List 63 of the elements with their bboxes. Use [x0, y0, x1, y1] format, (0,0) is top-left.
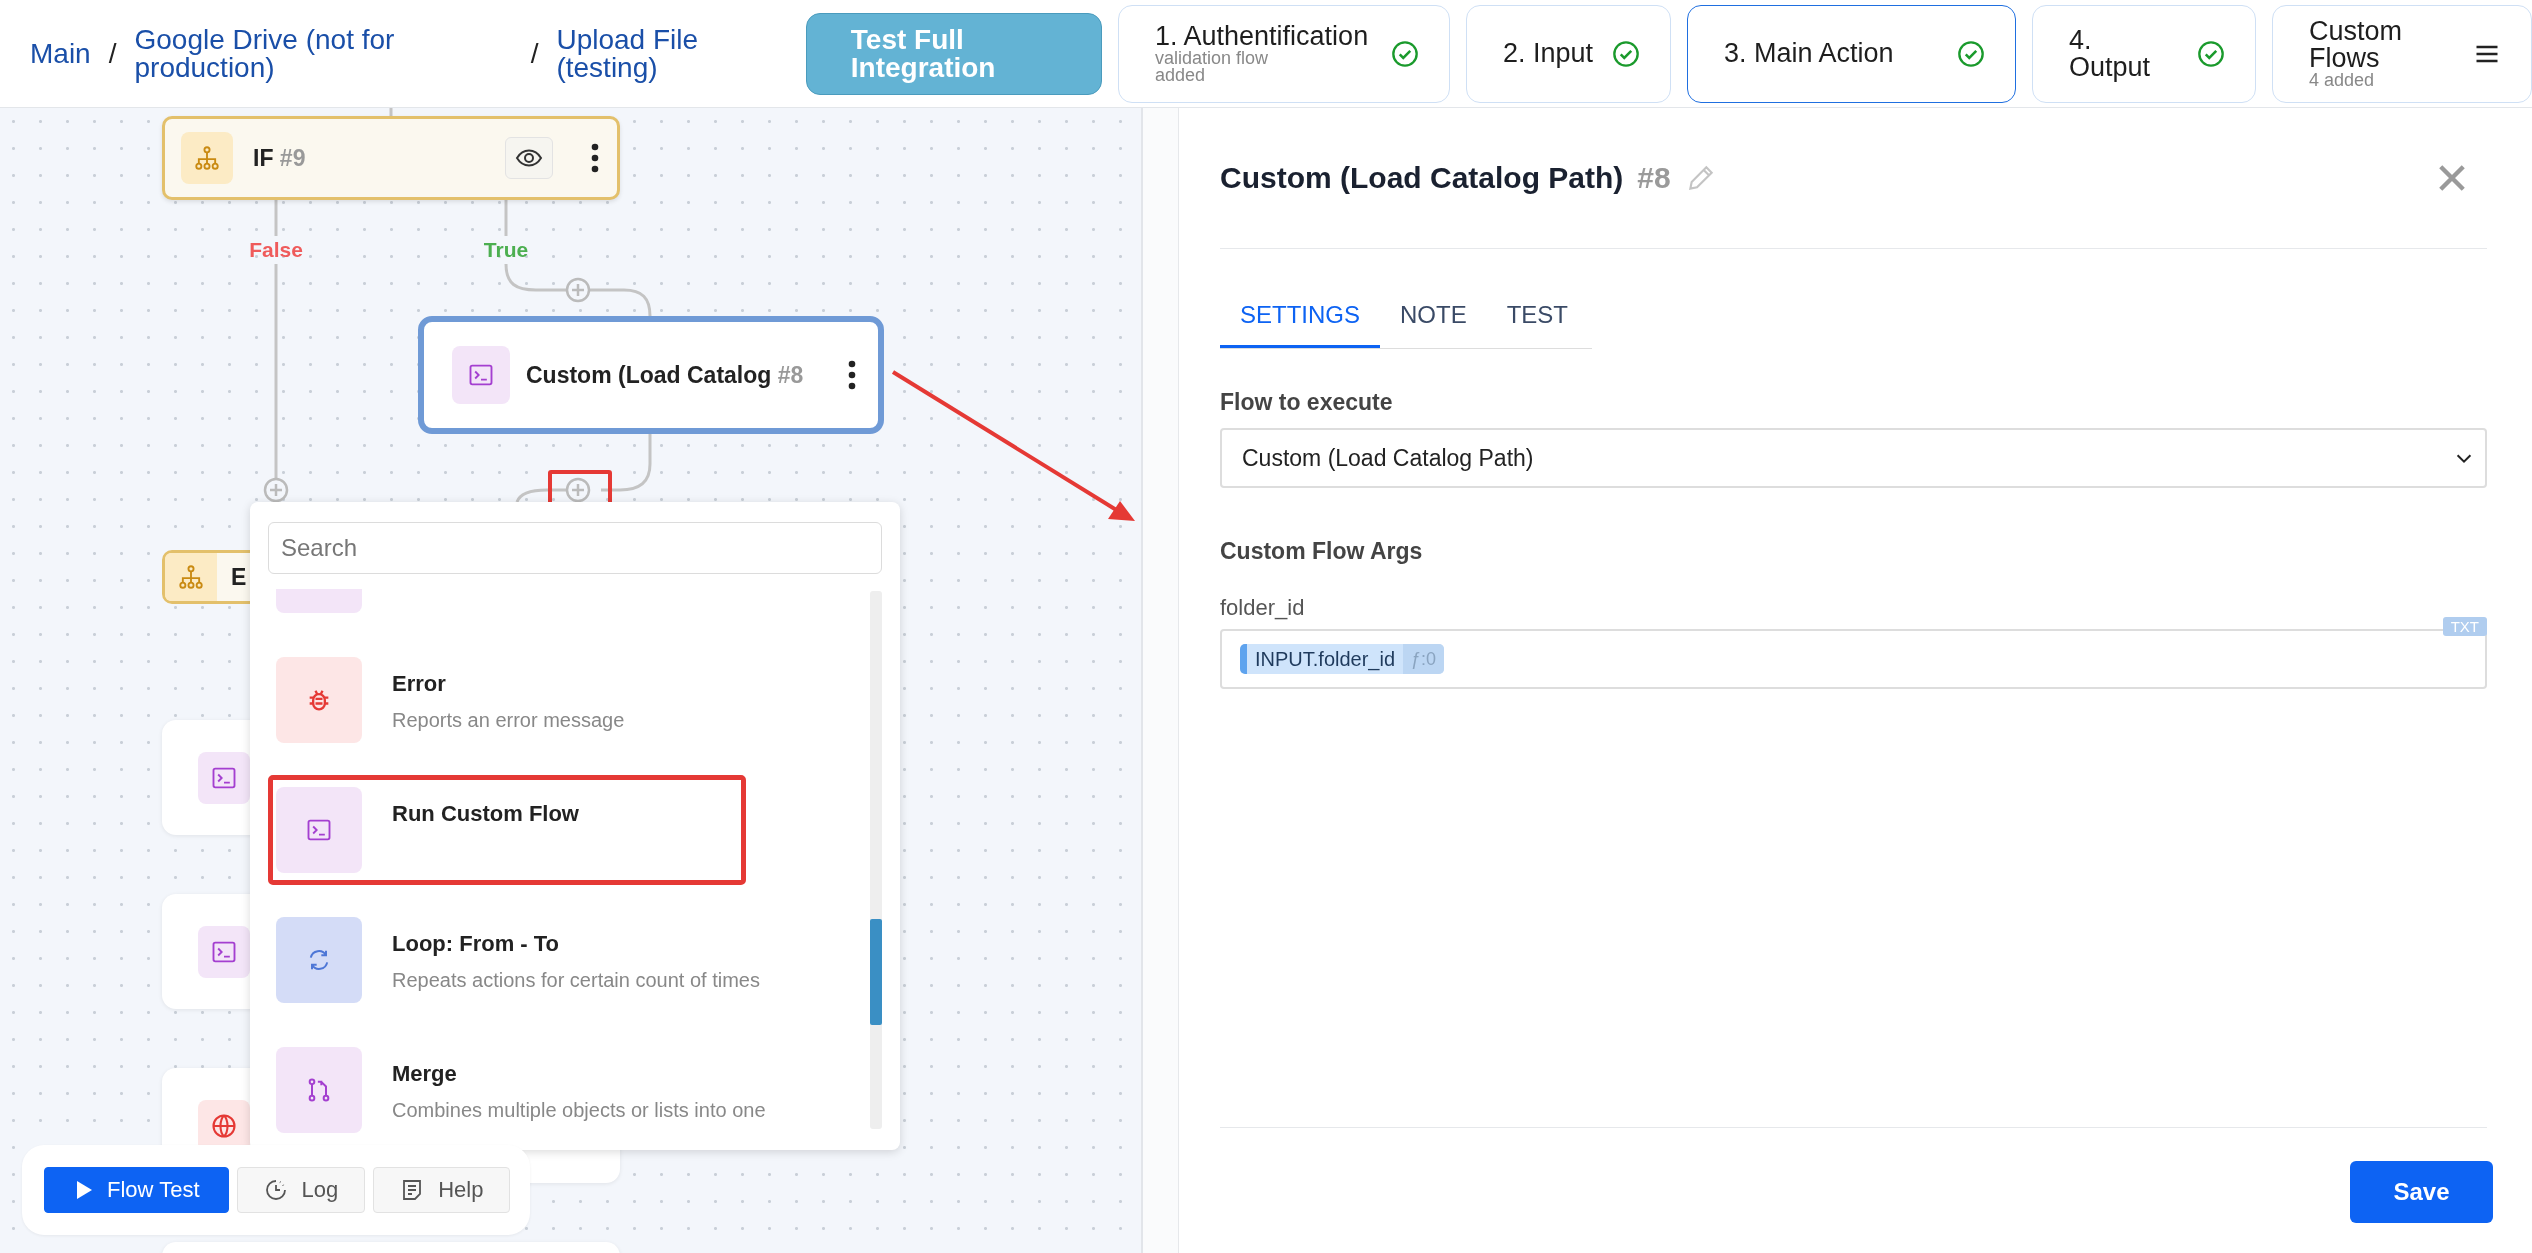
connector-line: [504, 263, 567, 292]
branch-icon: [177, 563, 205, 591]
item-title: Loop: From - To: [392, 931, 560, 957]
toolbar-button[interactable]: Log: [236, 1167, 366, 1213]
item-description: Repeats actions for certain count of times: [392, 969, 760, 992]
toolbar-button[interactable]: Help: [373, 1167, 511, 1213]
node-title: Custom (Load Catalog #8: [526, 361, 805, 389]
connector-line: [274, 200, 278, 236]
connector-line: [589, 288, 652, 317]
node-type-item[interactable]: Error Reports an error message: [268, 657, 870, 743]
close-icon[interactable]: [2437, 163, 2467, 193]
field-label: Flow to execute: [1220, 389, 1394, 416]
panel-tab[interactable]: NOTE: [1380, 287, 1487, 348]
breadcrumb-link[interactable]: Upload File (testing): [556, 25, 806, 82]
node-type-item[interactable]: Merge Combines multiple objects or lists into one: [268, 1047, 870, 1133]
step-tab[interactable]: 4. Output: [2032, 4, 2256, 103]
toolbar-button[interactable]: Flow Test: [44, 1167, 229, 1213]
item-title: Run Custom Flow: [392, 801, 579, 827]
custom-node[interactable]: Custom (Load Catalog #8: [418, 316, 884, 434]
branch-label: True: [483, 238, 529, 262]
node-type-item[interactable]: Loop: From - To Repeats actions for certain count of times: [268, 917, 870, 1003]
section-title: Custom Flow Args: [1220, 538, 1424, 565]
item-title: Merge: [392, 1061, 458, 1087]
connector-line: [601, 434, 652, 492]
step-tab[interactable]: 3. Main Action: [1687, 4, 2016, 103]
item-title: Error: [392, 671, 447, 697]
type-badge: TXT: [2442, 617, 2487, 636]
node-title: E: [231, 563, 248, 591]
breadcrumb-link[interactable]: Main: [30, 39, 91, 68]
panel-tab[interactable]: SETTINGS: [1220, 287, 1380, 348]
flow-select[interactable]: Custom (Load Catalog Path): [1220, 428, 2487, 488]
node-title: IF #9: [253, 144, 307, 172]
connector-line: [389, 108, 393, 116]
more-options-icon[interactable]: [591, 143, 599, 173]
node-number: #8: [1637, 161, 1671, 195]
panel-tab[interactable]: TEST: [1486, 287, 1589, 348]
if-node[interactable]: IF #9: [162, 116, 620, 200]
save-button[interactable]: Save: [2350, 1161, 2493, 1223]
branch-label: False: [249, 238, 303, 262]
search-field[interactable]: Search: [268, 522, 882, 574]
connector-line: [504, 200, 508, 236]
more-options-icon[interactable]: [848, 360, 856, 390]
node-type-item[interactable]: Run Custom Flow: [268, 775, 746, 885]
field-label: folder_id: [1220, 595, 1306, 621]
eye-icon[interactable]: [505, 137, 553, 179]
clock-icon: [263, 1178, 288, 1202]
branch-icon: [193, 144, 221, 172]
connector-line: [515, 488, 567, 503]
panel-title: Custom (Load Catalog Path): [1220, 161, 1624, 195]
step-tab[interactable]: 1. Authentification validation flow added: [1118, 4, 1450, 103]
add-node-button[interactable]: [565, 277, 591, 303]
breadcrumb-link[interactable]: Google Drive (not for production): [134, 25, 513, 82]
step-tab[interactable]: 2. Input: [1466, 4, 1671, 103]
play-icon: [75, 1178, 93, 1202]
item-description: Combines multiple objects or lists into one: [392, 1099, 766, 1122]
scrollbar[interactable]: [870, 591, 882, 1129]
breadcrumb-separator: /: [108, 37, 117, 70]
breadcrumb-separator: /: [530, 37, 539, 70]
step-tab[interactable]: Custom Flows 4 added: [2272, 4, 2532, 103]
globe-icon: [210, 1111, 238, 1140]
item-description: Reports an error message: [392, 709, 625, 732]
add-node-button[interactable]: [263, 477, 289, 503]
add-node-button[interactable]: [565, 477, 591, 503]
